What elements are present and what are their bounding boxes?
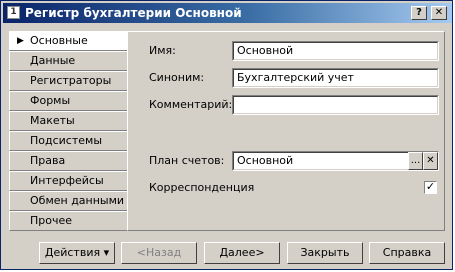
- name-field[interactable]: Основной: [232, 41, 439, 61]
- clear-icon[interactable]: ✕: [423, 152, 438, 170]
- chart-of-accounts-label: План счетов:: [149, 154, 225, 167]
- window-title: Регистр бухгалтерии Основной: [25, 6, 242, 20]
- sidebar-item-layouts[interactable]: Макеты: [9, 111, 128, 131]
- comment-field[interactable]: [232, 95, 439, 115]
- title-bar[interactable]: 1 Регистр бухгалтерии Основной ? ✕: [3, 3, 452, 23]
- correspondence-label: Корреспонденция: [149, 181, 255, 194]
- close-title-button[interactable]: ✕: [431, 6, 447, 20]
- sidebar-item-main[interactable]: ▶ Основные: [9, 31, 128, 51]
- sidebar-item-data-exchange[interactable]: Обмен данными: [9, 191, 128, 211]
- dropdown-arrow-icon: ▾: [103, 246, 110, 259]
- dialog-window: 1 Регистр бухгалтерии Основной ? ✕ ▶ Осно…: [0, 0, 453, 270]
- sidebar: ▶ Основные Данные Регистраторы Формы Маке…: [9, 31, 128, 231]
- help-button[interactable]: Справка: [369, 242, 445, 264]
- close-button[interactable]: Закрыть: [287, 242, 363, 264]
- sidebar-item-data[interactable]: Данные: [9, 51, 128, 71]
- next-button[interactable]: Далее>: [204, 242, 280, 264]
- correspondence-checkbox[interactable]: ✓: [424, 181, 437, 194]
- sidebar-item-subsystems[interactable]: Подсистемы: [9, 131, 128, 151]
- synonym-label: Синоним:: [149, 71, 205, 84]
- actions-button[interactable]: Действия ▾: [39, 242, 115, 264]
- comment-label: Комментарий:: [149, 98, 233, 111]
- main-panel: Имя: Основной Синоним: Бухгалтерский уче…: [127, 31, 445, 231]
- back-button[interactable]: <Назад: [121, 242, 197, 264]
- name-label: Имя:: [149, 44, 176, 57]
- help-title-button[interactable]: ?: [411, 6, 427, 20]
- sidebar-item-other[interactable]: Прочее: [9, 211, 128, 231]
- sidebar-item-forms[interactable]: Формы: [9, 91, 128, 111]
- select-button[interactable]: ...: [408, 152, 423, 170]
- app-icon: 1: [7, 6, 20, 19]
- sidebar-item-rights[interactable]: Права: [9, 151, 128, 171]
- active-arrow-icon: ▶: [17, 36, 24, 46]
- sidebar-item-interfaces[interactable]: Интерфейсы: [9, 171, 128, 191]
- checkmark-icon: ✓: [425, 180, 436, 193]
- synonym-field[interactable]: Бухгалтерский учет: [232, 68, 439, 88]
- sidebar-item-registrators[interactable]: Регистраторы: [9, 71, 128, 91]
